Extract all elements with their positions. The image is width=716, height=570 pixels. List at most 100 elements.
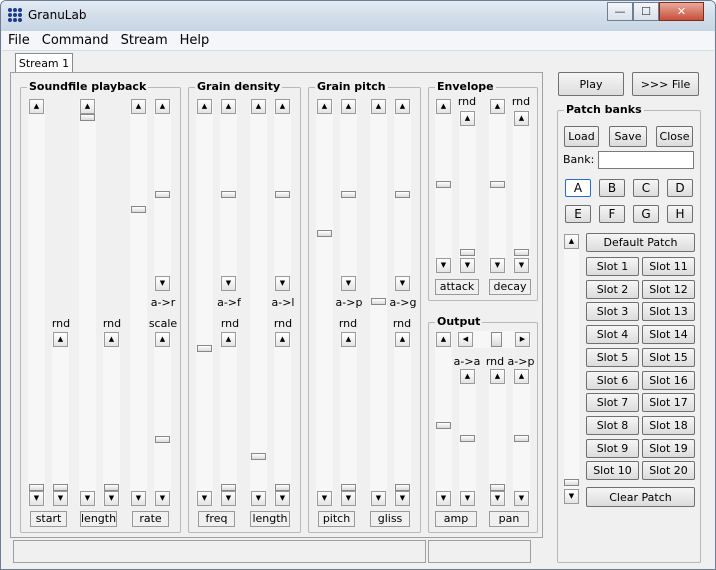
freq-rnd-slider-thumb[interactable] [221,484,236,491]
freq-rnd-slider-track[interactable] [220,332,237,506]
patch-slot-button[interactable]: Slot 4 [586,325,639,345]
pitch-rnd-slider-thumb[interactable] [341,484,356,491]
clear-patch-button[interactable]: Clear Patch [586,487,695,507]
length-slider-track[interactable] [79,99,96,506]
slot-scroll-up-arrow-icon[interactable]: ▲ [564,234,579,249]
patch-slot-button[interactable]: Slot 18 [642,415,695,435]
gliss-slider-thumb[interactable] [371,298,386,305]
density-length-slider-thumb[interactable] [251,453,266,460]
decay-rnd-slider-up-arrow-icon[interactable]: ▲ [514,111,529,126]
pitch-rnd-slider-track[interactable] [340,332,357,506]
length-slider-down-arrow-icon[interactable]: ▼ [80,491,95,506]
pan-left-arrow-icon[interactable]: ◀ [458,332,473,347]
bank-button-a[interactable]: A [565,179,591,197]
attack-rnd-slider-thumb[interactable] [460,249,475,256]
freq-slider-down-arrow-icon[interactable]: ▼ [197,491,212,506]
rate-a-r-slider-up-arrow-icon[interactable]: ▲ [155,99,170,114]
density-length-a-l-slider-thumb[interactable] [275,191,290,198]
start-slider-track[interactable] [28,99,45,506]
play-button[interactable]: Play [558,72,624,96]
freq-a-f-slider-up-arrow-icon[interactable]: ▲ [221,99,236,114]
minimize-button[interactable]: — [607,2,633,21]
gliss-a-g-slider-thumb[interactable] [395,191,410,198]
pitch-a-p-slider-up-arrow-icon[interactable]: ▲ [341,99,356,114]
attack-rnd-slider-down-arrow-icon[interactable]: ▼ [460,258,475,273]
decay-rnd-slider-thumb[interactable] [514,249,529,256]
start-rnd-slider-thumb[interactable] [53,484,68,491]
patch-slot-button[interactable]: Slot 8 [586,415,639,435]
rate-scale-slider-track[interactable] [154,332,171,506]
gliss-rnd-slider-up-arrow-icon[interactable]: ▲ [395,332,410,347]
length-slider-thumb[interactable] [80,114,95,121]
default-patch-button[interactable]: Default Patch [586,233,695,252]
gliss-rnd-slider-thumb[interactable] [395,484,410,491]
rate-scale-slider-up-arrow-icon[interactable]: ▲ [155,332,170,347]
density-length-rnd-slider-up-arrow-icon[interactable]: ▲ [275,332,290,347]
patch-slot-button[interactable]: Slot 5 [586,347,639,367]
density-length-rnd-slider-down-arrow-icon[interactable]: ▼ [275,491,290,506]
menu-help[interactable]: Help [174,31,216,50]
pan-rnd-slider-down-arrow-icon[interactable]: ▼ [490,491,505,506]
amp-a-a-slider-thumb[interactable] [460,435,475,442]
patch-slot-button[interactable]: Slot 13 [642,302,695,322]
maximize-button[interactable]: ☐ [633,2,659,21]
close-window-button[interactable]: ✕ [659,2,704,21]
start-slider-down-arrow-icon[interactable]: ▼ [29,491,44,506]
rate-scale-slider-thumb[interactable] [155,436,170,443]
load-bank-button[interactable]: Load [564,126,599,147]
pan-right-arrow-icon[interactable]: ▶ [515,332,530,347]
amp-slider-up-arrow-icon[interactable]: ▲ [436,332,451,347]
rate-a-r-slider-thumb[interactable] [155,191,170,198]
pitch-slider-up-arrow-icon[interactable]: ▲ [317,99,332,114]
pitch-rnd-slider-down-arrow-icon[interactable]: ▼ [341,491,356,506]
freq-rnd-slider-down-arrow-icon[interactable]: ▼ [221,491,236,506]
length-rnd-slider-track[interactable] [103,332,120,506]
attack-rnd-slider-up-arrow-icon[interactable]: ▲ [460,111,475,126]
slot-scroll-track[interactable] [564,234,579,504]
bank-button-f[interactable]: F [599,205,625,223]
bank-button-g[interactable]: G [633,205,659,223]
attack-slider-down-arrow-icon[interactable]: ▼ [436,258,451,273]
density-length-slider-track[interactable] [250,99,267,506]
rate-slider-down-arrow-icon[interactable]: ▼ [131,491,146,506]
amp-a-a-slider-down-arrow-icon[interactable]: ▼ [460,491,475,506]
slot-scroll-down-arrow-icon[interactable]: ▼ [564,489,579,504]
amp-a-a-slider-up-arrow-icon[interactable]: ▲ [460,369,475,384]
pitch-a-p-slider-down-arrow-icon[interactable]: ▼ [341,276,356,291]
length-rnd-slider-up-arrow-icon[interactable]: ▲ [104,332,119,347]
close-bank-button[interactable]: Close [656,126,693,147]
patch-slot-button[interactable]: Slot 10 [586,461,639,481]
gliss-a-g-slider-down-arrow-icon[interactable]: ▼ [395,276,410,291]
pitch-slider-track[interactable] [316,99,333,506]
start-rnd-slider-up-arrow-icon[interactable]: ▲ [53,332,68,347]
bank-name-field[interactable] [598,151,694,169]
freq-slider-thumb[interactable] [197,345,212,352]
attack-slider-up-arrow-icon[interactable]: ▲ [436,99,451,114]
start-slider-up-arrow-icon[interactable]: ▲ [29,99,44,114]
bank-button-b[interactable]: B [599,179,625,197]
freq-slider-track[interactable] [196,99,213,506]
decay-rnd-slider-down-arrow-icon[interactable]: ▼ [514,258,529,273]
length-slider-up-arrow-icon[interactable]: ▲ [80,99,95,114]
rate-scale-slider-down-arrow-icon[interactable]: ▼ [155,491,170,506]
bank-button-h[interactable]: H [667,205,693,223]
amp-slider-thumb[interactable] [436,422,451,429]
tab-stream-1[interactable]: Stream 1 [15,53,73,73]
pan-rnd-slider-thumb[interactable] [490,484,505,491]
slot-scroll-thumb[interactable] [564,479,579,486]
density-length-a-l-slider-up-arrow-icon[interactable]: ▲ [275,99,290,114]
decay-slider-up-arrow-icon[interactable]: ▲ [490,99,505,114]
start-rnd-slider-track[interactable] [52,332,69,506]
length-rnd-slider-down-arrow-icon[interactable]: ▼ [104,491,119,506]
bank-button-e[interactable]: E [565,205,591,223]
rate-a-r-slider-down-arrow-icon[interactable]: ▼ [155,276,170,291]
patch-slot-button[interactable]: Slot 12 [642,279,695,299]
decay-slider-down-arrow-icon[interactable]: ▼ [490,258,505,273]
gliss-a-g-slider-up-arrow-icon[interactable]: ▲ [395,99,410,114]
freq-rnd-slider-up-arrow-icon[interactable]: ▲ [221,332,236,347]
patch-slot-button[interactable]: Slot 20 [642,461,695,481]
density-length-rnd-slider-thumb[interactable] [275,484,290,491]
menu-stream[interactable]: Stream [115,31,174,50]
patch-slot-button[interactable]: Slot 2 [586,279,639,299]
pitch-slider-down-arrow-icon[interactable]: ▼ [317,491,332,506]
